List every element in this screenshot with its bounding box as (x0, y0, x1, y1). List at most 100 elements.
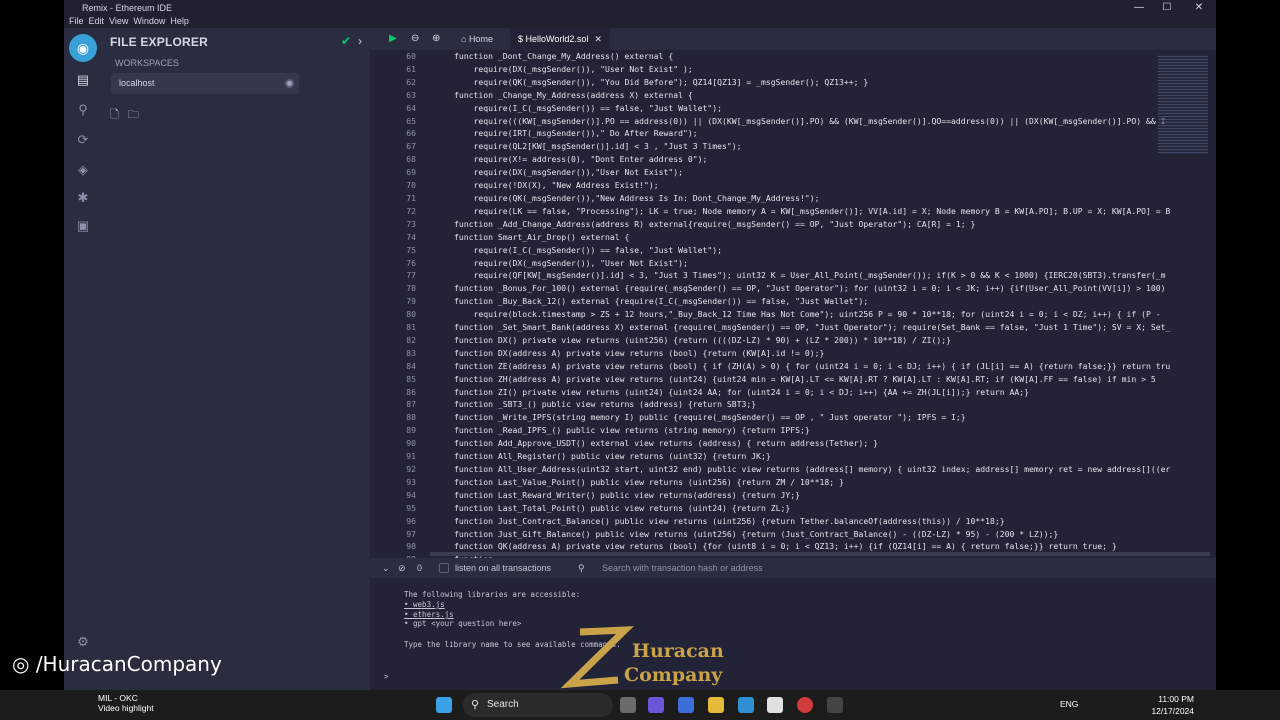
edge-icon[interactable] (738, 697, 754, 713)
line-number: 66 (406, 128, 416, 139)
code-line[interactable]: 60 function _Dont_Change_My_Address() ext… (370, 50, 1216, 63)
line-number: 97 (406, 528, 416, 539)
menu-help[interactable]: Help (170, 15, 189, 28)
code-line[interactable]: 69 require(DX(_msgSender()),"User Not Ex… (370, 166, 1216, 179)
code-line[interactable]: 63 function _Change_My_Address(address X)… (370, 89, 1216, 102)
minimap[interactable] (1158, 54, 1208, 154)
code-line[interactable]: 70 require(!DX(X), "New Address Exist!")… (370, 179, 1216, 192)
task-view-icon[interactable] (620, 697, 636, 713)
menu-edit[interactable]: Edit (89, 15, 105, 28)
window-title: Remix - Ethereum IDE (82, 2, 173, 13)
zoom-out-icon[interactable]: ⊖ (411, 33, 419, 44)
code-line[interactable]: 93 function Last_Value_Point() public vie… (370, 476, 1216, 489)
code-line[interactable]: 61 require(DX(_msgSender()), "User Not E… (370, 63, 1216, 76)
search-icon[interactable]: ⚲ (75, 102, 91, 118)
code-line[interactable]: 77 require(QF[KW[_msgSender()].id] < 3, … (370, 269, 1216, 282)
code-text: require(QL2[KW[_msgSender()].id] < 3 , "… (454, 141, 742, 152)
code-line[interactable]: 88 function _Write_IPFS(string memory I) … (370, 411, 1216, 424)
new-folder-icon[interactable]: 🗀 (128, 109, 139, 121)
code-text: require(DX(_msgSender()), "User Not Exis… (454, 257, 688, 268)
line-number: 80 (406, 309, 416, 320)
remix-taskbar-icon[interactable] (827, 697, 843, 713)
close-tab-icon[interactable]: ✕ (594, 34, 602, 44)
code-line[interactable]: 66 require(IRT(_msgSender())," Do After … (370, 127, 1216, 140)
maximize-button[interactable]: ☐ (1152, 0, 1182, 15)
code-line[interactable]: 92 function All_User_Address(uint32 start… (370, 463, 1216, 476)
code-line[interactable]: 73 function _Add_Change_Address(address R… (370, 218, 1216, 231)
code-line[interactable]: 76 require(DX(_msgSender()), "User Not E… (370, 257, 1216, 270)
new-file-icon[interactable]: 🗋 (110, 109, 119, 121)
code-line[interactable]: 87 function _SBT3_() public view returns … (370, 398, 1216, 411)
compiler-icon[interactable]: ⟳ (75, 132, 91, 148)
code-line[interactable]: 72 require(LK == false, "Processing"); L… (370, 205, 1216, 218)
run-icon[interactable]: ▶ (389, 33, 397, 44)
menu-file[interactable]: File (69, 15, 84, 28)
app-icon[interactable] (648, 697, 664, 713)
horizontal-scrollbar[interactable] (430, 552, 1210, 556)
folder-icon[interactable] (708, 697, 724, 713)
store-icon[interactable] (767, 697, 783, 713)
workspace-select[interactable]: localhost (111, 73, 299, 94)
close-button[interactable]: ✕ (1184, 0, 1214, 15)
terminal-link-web3[interactable]: • web3.js (404, 600, 445, 609)
code-line[interactable]: 85 function ZH(address A) private view re… (370, 373, 1216, 386)
transaction-search-input[interactable]: Search with transaction hash or address (602, 563, 763, 573)
taskbar-search[interactable]: ⚲ Search (463, 693, 613, 717)
code-line[interactable]: 91 function All_Register() public view re… (370, 450, 1216, 463)
tab-hello-world[interactable]: $ HelloWorld2.sol ✕ (510, 28, 610, 50)
code-line[interactable]: 96 function Just_Contract_Balance() publi… (370, 515, 1216, 528)
code-text: function _Add_Change_Address(address R) … (454, 218, 976, 229)
code-line[interactable]: 78 function _Bonus_For_100() external {re… (370, 282, 1216, 295)
code-line[interactable]: 62 require(QK(_msgSender()), "You Did Be… (370, 76, 1216, 89)
zoom-in-icon[interactable]: ⊕ (432, 33, 440, 44)
code-text: function DX(address A) private view retu… (454, 347, 825, 358)
terminal-prompt[interactable]: > (384, 672, 389, 681)
plugin-icon[interactable]: ▣ (75, 218, 91, 234)
code-line[interactable]: 86 function ZI() private view returns (ui… (370, 386, 1216, 399)
file-explorer-icon[interactable]: ▤ (75, 72, 91, 88)
code-line[interactable]: 94 function Last_Reward_Writer() public v… (370, 489, 1216, 502)
chevron-right-icon[interactable]: › (358, 34, 362, 48)
code-line[interactable]: 90 function Add_Approve_USDT() external v… (370, 437, 1216, 450)
code-text: require(((KW[_msgSender()].PO == address… (454, 115, 1166, 126)
terminal-bar: ⌄ ⊘ 0 listen on all transactions ⚲ Searc… (370, 558, 1216, 578)
language-indicator[interactable]: ENG (1060, 699, 1078, 709)
clock[interactable]: 11:00 PM 12/17/2024 (1151, 693, 1194, 717)
code-line[interactable]: 97 function Just_Gift_Balance() public vi… (370, 528, 1216, 541)
code-line[interactable]: 79 function _Buy_Back_12() external {requ… (370, 295, 1216, 308)
code-line[interactable]: 65 require(((KW[_msgSender()].PO == addr… (370, 115, 1216, 128)
listen-checkbox[interactable] (439, 563, 449, 573)
minimize-button[interactable]: — (1124, 0, 1154, 15)
news-widget[interactable]: MIL - OKC Video highlight (80, 693, 154, 713)
deploy-icon[interactable]: ◈ (75, 162, 91, 178)
collapse-terminal-icon[interactable]: ⌄ (382, 563, 390, 574)
start-icon[interactable] (436, 697, 452, 713)
code-line[interactable]: 81 function _Set_Smart_Bank(address X) ex… (370, 321, 1216, 334)
clear-console-icon[interactable]: ⊘ (398, 563, 406, 574)
menu-window[interactable]: Window (133, 15, 165, 28)
remix-logo-icon[interactable]: ◉ (69, 34, 97, 62)
code-line[interactable]: 82 function DX() private view returns (ui… (370, 334, 1216, 347)
app-icon[interactable] (678, 697, 694, 713)
debugger-icon[interactable]: ✱ (75, 190, 91, 206)
code-line[interactable]: 83 function DX(address A) private view re… (370, 347, 1216, 360)
plugin-manager-icon[interactable]: ⚙ (75, 634, 91, 650)
code-line[interactable]: 75 require(I_C(_msgSender()) == false, "… (370, 244, 1216, 257)
code-line[interactable]: 71 require(QK(_msgSender()),"New Address… (370, 192, 1216, 205)
tab-home[interactable]: ⌂ Home (453, 28, 501, 50)
code-line[interactable]: 74 function Smart_Air_Drop() external { (370, 231, 1216, 244)
code-line[interactable]: 80 require(block.timestamp > ZS + 12 hou… (370, 308, 1216, 321)
line-number: 92 (406, 464, 416, 474)
code-line[interactable]: 68 require(X!= address(0), "Dont Enter a… (370, 153, 1216, 166)
terminal-link-ethers[interactable]: • ethers.js (404, 610, 454, 619)
code-line[interactable]: 64 require(I_C(_msgSender()) == false, "… (370, 102, 1216, 115)
code-line[interactable]: 95 function Last_Total_Point() public vie… (370, 502, 1216, 515)
menu-view[interactable]: View (109, 15, 128, 28)
code-line[interactable]: 89 function _Read_IPFS_() public view ret… (370, 424, 1216, 437)
code-line[interactable]: 67 require(QL2[KW[_msgSender()].id] < 3 … (370, 140, 1216, 153)
code-editor[interactable]: 60 function _Dont_Change_My_Address() ext… (370, 50, 1216, 558)
taskbar-search-label: Search (487, 699, 519, 710)
terminal[interactable]: The following libraries are accessible: … (370, 578, 1216, 696)
record-icon[interactable] (797, 697, 813, 713)
code-line[interactable]: 84 function ZE(address A) private view re… (370, 360, 1216, 373)
